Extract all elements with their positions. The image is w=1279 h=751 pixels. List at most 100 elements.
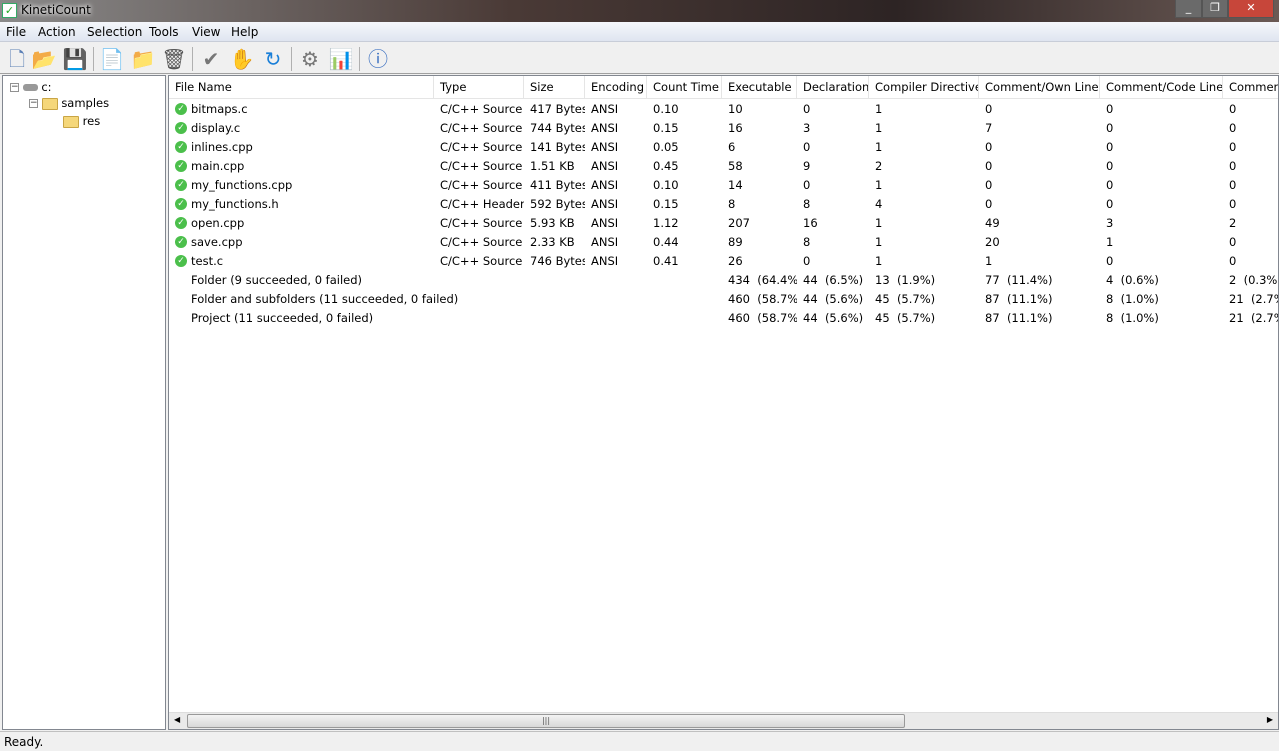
cell-6: 0 — [803, 178, 811, 192]
menu-action[interactable]: Action — [38, 25, 76, 39]
cell-10: 0 — [1229, 102, 1237, 116]
stop-hand-icon: ✋ — [229, 47, 255, 71]
column-header-commen[interactable]: Commen — [1223, 76, 1278, 99]
column-header-row: File Name Type Size Encoding Count Time Execu… — [169, 76, 1278, 99]
file-row[interactable]: ✓ bitmaps.c C/C++ Source 417 Bytes ANSI 0.10 1… — [169, 100, 1278, 119]
file-row[interactable]: ✓ my_functions.cpp C/C++ Source 411 Bytes AN… — [169, 176, 1278, 195]
gear-button[interactable]: ⚙ — [297, 46, 323, 72]
check-button[interactable]: ✔ — [198, 46, 224, 72]
tree-label: samples — [61, 96, 110, 110]
collapse-icon[interactable]: − — [10, 83, 19, 92]
report-button[interactable]: 📊 — [328, 46, 354, 72]
column-header-count-time[interactable]: Count Time — [647, 76, 722, 99]
cell-0: display.c — [191, 121, 241, 135]
summary-row: Folder and subfolders (11 succeeded, 0 f… — [169, 290, 1278, 309]
cell-6: 9 — [803, 159, 811, 173]
menu-view[interactable]: View — [192, 25, 220, 39]
drive-icon — [22, 84, 38, 91]
cell-7: 1 — [875, 102, 883, 116]
minimize-button[interactable]: _ — [1175, 0, 1202, 18]
save-icon: 💾 — [62, 47, 88, 71]
folder-icon — [63, 115, 79, 128]
cell-0: my_functions.cpp — [191, 178, 293, 192]
cell-6: 21 (2.7%) — [1229, 311, 1278, 325]
summary-row: Project (11 succeeded, 0 failed) 460 (58.… — [169, 309, 1278, 328]
horizontal-scrollbar[interactable]: ◀ ||| ▶ — [169, 712, 1278, 729]
refresh-button[interactable]: ↻ — [260, 46, 286, 72]
cell-0: inlines.cpp — [191, 140, 253, 154]
status-text: Ready. — [4, 735, 44, 749]
info-button[interactable]: ⓘ — [365, 46, 391, 72]
file-row[interactable]: ✓ save.cpp C/C++ Source 2.33 KB ANSI 0.44 89 8 1… — [169, 233, 1278, 252]
stop-hand-button[interactable]: ✋ — [229, 46, 255, 72]
cell-9: 0 — [1106, 102, 1114, 116]
file-row[interactable]: ✓ open.cpp C/C++ Source 5.93 KB ANSI 1.12 207 1… — [169, 214, 1278, 233]
cell-7: 1 — [875, 235, 883, 249]
add-file-button[interactable]: 📄 — [99, 46, 125, 72]
menu-help[interactable]: Help — [231, 25, 258, 39]
cell-4: 0.15 — [653, 121, 679, 135]
file-row[interactable]: ✓ display.c C/C++ Source 744 Bytes ANSI 0.15 1… — [169, 119, 1278, 138]
cell-3: ANSI — [591, 216, 619, 230]
check-icon: ✔ — [202, 47, 220, 71]
menu-file[interactable]: File — [6, 25, 26, 39]
file-row[interactable]: ✓ inlines.cpp C/C++ Source 141 Bytes ANSI 0.0… — [169, 138, 1278, 157]
close-button[interactable]: ✕ — [1228, 0, 1274, 18]
column-header-declaration[interactable]: Declaration — [797, 76, 869, 99]
recycle-bin-icon: 🗑 — [161, 47, 187, 71]
menu-tools[interactable]: Tools — [149, 25, 179, 39]
cell-3: ANSI — [591, 254, 619, 268]
file-list[interactable]: File Name Type Size Encoding Count Time Execu… — [168, 75, 1279, 730]
file-row[interactable]: ✓ my_functions.h C/C++ Header 592 Bytes ANSI… — [169, 195, 1278, 214]
cell-5: 14 — [728, 178, 743, 192]
cell-4: 0.15 — [653, 197, 679, 211]
cell-2: 1.51 KB — [530, 159, 575, 173]
scrollbar-thumb[interactable]: ||| — [187, 714, 905, 728]
tree-label: res — [82, 114, 101, 128]
cell-1: C/C++ Source — [440, 235, 523, 249]
tree-node-c[interactable]: − c: — [10, 80, 52, 94]
column-header-type[interactable]: Type — [434, 76, 524, 99]
save-button[interactable]: 💾 — [62, 46, 88, 72]
cell-6: 0 — [803, 140, 811, 154]
cell-3: ANSI — [591, 235, 619, 249]
cell-1: C/C++ Source — [440, 254, 523, 268]
cell-5: 8 (1.0%) — [1106, 311, 1159, 325]
cell-8: 49 — [985, 216, 1000, 230]
file-row[interactable]: ✓ main.cpp C/C++ Source 1.51 KB ANSI 0.45 58 9 2… — [169, 157, 1278, 176]
menu-selection[interactable]: Selection — [87, 25, 142, 39]
column-header-compiler-directive[interactable]: Compiler Directive — [869, 76, 979, 99]
cell-4: 1.12 — [653, 216, 679, 230]
recycle-bin-button[interactable]: 🗑 — [161, 46, 187, 72]
cell-3: ANSI — [591, 159, 619, 173]
cell-1: C/C++ Source — [440, 216, 523, 230]
open-folder-icon: 📂 — [31, 47, 57, 71]
tree-node-res[interactable]: res — [63, 114, 100, 128]
add-folder-button[interactable]: 📁 — [130, 46, 156, 72]
column-header-encoding[interactable]: Encoding — [585, 76, 647, 99]
new-file-button[interactable]: 🗋 — [4, 46, 30, 72]
column-header-comment-own-line[interactable]: Comment/Own Line — [979, 76, 1100, 99]
folder-tree[interactable]: − c: − samples res — [2, 75, 166, 730]
gear-icon: ⚙ — [301, 47, 319, 71]
cell-4: 0.10 — [653, 178, 679, 192]
scroll-left-icon[interactable]: ◀ — [174, 715, 180, 724]
open-folder-button[interactable]: 📂 — [31, 46, 57, 72]
add-file-icon: 📄 — [99, 47, 125, 71]
cell-5: 207 — [728, 216, 750, 230]
column-header-executable[interactable]: Executable — [722, 76, 797, 99]
cell-5: 4 (0.6%) — [1106, 273, 1159, 287]
cell-8: 0 — [985, 140, 993, 154]
collapse-icon[interactable]: − — [29, 99, 38, 108]
column-header-file-name[interactable]: File Name — [169, 76, 434, 99]
file-row[interactable]: ✓ test.c C/C++ Source 746 Bytes ANSI 0.41 26 0 1… — [169, 252, 1278, 271]
cell-3: ANSI — [591, 102, 619, 116]
new-file-icon: 🗋 — [8, 47, 26, 71]
report-icon: 📊 — [328, 47, 354, 71]
maximize-button[interactable]: ❐ — [1202, 0, 1228, 18]
cell-9: 0 — [1106, 254, 1114, 268]
column-header-comment-code-line[interactable]: Comment/Code Line — [1100, 76, 1223, 99]
tree-node-samples[interactable]: − samples — [29, 96, 109, 110]
scroll-right-icon[interactable]: ▶ — [1267, 715, 1273, 724]
column-header-size[interactable]: Size — [524, 76, 585, 99]
